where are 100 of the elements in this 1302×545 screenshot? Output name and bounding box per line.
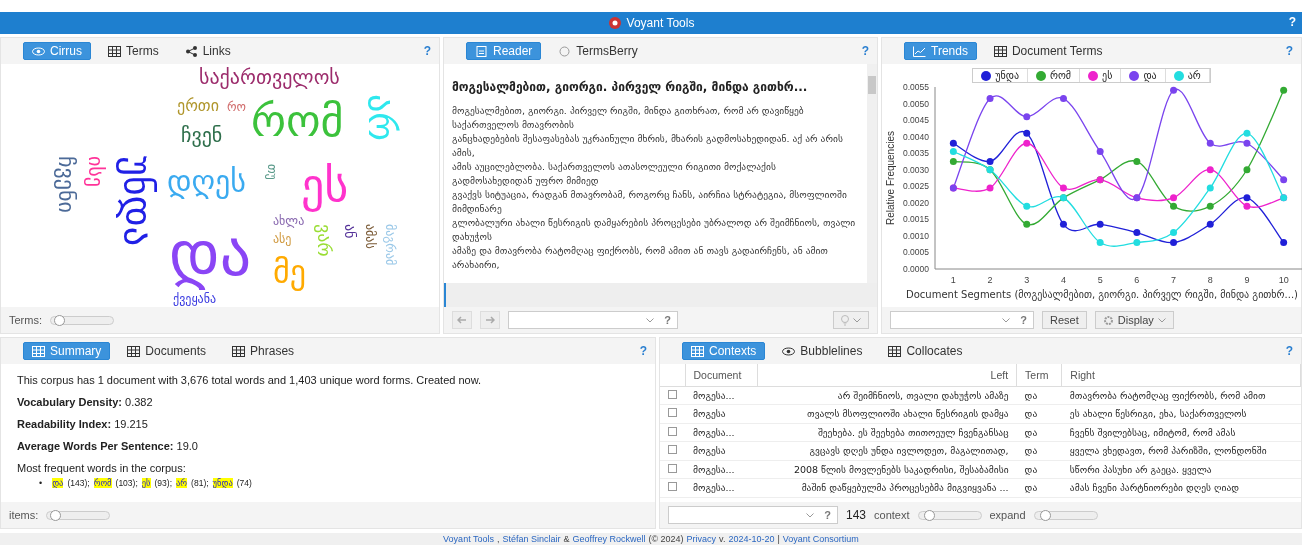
tab[interactable]: Cirrus	[23, 42, 91, 60]
column-header[interactable]: Term	[1016, 364, 1062, 386]
back-button[interactable]	[452, 311, 472, 329]
cloud-word[interactable]: ჩვენი	[51, 156, 80, 213]
x-tick-label: 7	[1171, 275, 1177, 285]
tab[interactable]: Trends	[904, 42, 977, 60]
data-point[interactable]	[1023, 129, 1031, 137]
footer-link[interactable]: Geoffrey Rockwell	[572, 533, 646, 545]
data-point[interactable]	[1096, 220, 1104, 228]
table-cell: მაშინ დაწყებულმა პროცესებმა მიგვიყვანა ...	[757, 478, 1017, 497]
table-cell: მოგესა...	[685, 460, 758, 479]
cloud-word[interactable]: ახლა	[273, 214, 305, 230]
help-icon[interactable]: ?	[664, 314, 671, 326]
tab[interactable]: Contexts	[682, 342, 766, 360]
help-icon[interactable]: ?	[639, 344, 647, 358]
forward-button[interactable]	[480, 311, 500, 329]
cloud-word[interactable]: ჩვენ	[181, 122, 223, 148]
legend-label[interactable]: ეს	[1102, 70, 1113, 81]
search-field[interactable]: ?	[508, 311, 678, 329]
tab[interactable]: Terms	[99, 42, 168, 60]
cloud-word[interactable]: უნდა	[113, 156, 163, 247]
slider-thumb[interactable]	[923, 509, 935, 521]
cloud-word[interactable]: ან	[341, 224, 360, 239]
cloud-word[interactable]: ისე	[83, 156, 109, 187]
scrollbar[interactable]	[867, 64, 877, 283]
chevron-down-icon[interactable]	[806, 512, 815, 518]
legend-label[interactable]: არ	[1187, 70, 1201, 81]
document-text: ამაზე და მთავრობა რატომღაც ფიქრობს, რომ ამით ან თავს გადაირჩენს, ან ამით არახაირი,	[452, 244, 829, 272]
data-point[interactable]	[1170, 239, 1178, 247]
data-point[interactable]	[1280, 176, 1288, 184]
footer-link[interactable]: Stéfan Sinclair	[502, 533, 561, 545]
legend-label[interactable]: რომ	[1050, 70, 1072, 81]
help-icon[interactable]: ?	[423, 44, 431, 58]
slider-thumb[interactable]	[53, 314, 65, 326]
data-point[interactable]	[1059, 95, 1067, 103]
data-point[interactable]	[1096, 148, 1104, 156]
tab[interactable]: Summary	[23, 342, 111, 360]
chevron-down-icon[interactable]	[646, 317, 655, 323]
cloud-word[interactable]: თუ	[263, 164, 279, 180]
footer-link[interactable]: 2024-10-20	[728, 533, 775, 545]
tab[interactable]: Phrases	[223, 342, 304, 360]
help-icon[interactable]: ?	[1020, 314, 1027, 326]
display-button[interactable]: Display	[1094, 311, 1174, 329]
search-field[interactable]: ?	[668, 506, 838, 524]
cloud-word[interactable]: ქვეყანა	[173, 292, 217, 307]
data-point[interactable]	[949, 139, 957, 147]
tab[interactable]: Document Terms	[984, 42, 1112, 60]
lightbulb-button[interactable]	[833, 311, 869, 329]
data-point[interactable]	[1059, 220, 1067, 228]
cloud-word[interactable]: ამას	[361, 224, 377, 249]
slider-thumb[interactable]	[1039, 509, 1051, 521]
highlighted-word[interactable]: არ	[176, 478, 188, 488]
data-point[interactable]	[1243, 139, 1251, 147]
help-icon[interactable]: ?	[861, 44, 869, 58]
legend-label[interactable]: და	[1143, 70, 1157, 81]
data-point[interactable]	[986, 157, 994, 165]
chevron-down-icon[interactable]	[853, 317, 861, 323]
cloud-word[interactable]: ერთი	[177, 96, 219, 117]
stat-label: Average Words Per Sentence:	[17, 440, 174, 452]
highlighted-word[interactable]: ეს	[141, 478, 151, 488]
column-header[interactable]: Document	[685, 364, 758, 386]
search-field[interactable]: ?	[890, 311, 1034, 329]
cloud-word[interactable]: ეს	[301, 156, 349, 216]
tab[interactable]: TermsBerry	[549, 42, 647, 60]
column-header[interactable]: Left	[757, 364, 1017, 386]
data-point[interactable]	[1206, 220, 1214, 228]
chevron-down-icon[interactable]	[1157, 317, 1166, 323]
cloud-word[interactable]: საქართველოს	[199, 64, 340, 90]
tab[interactable]: Documents	[118, 342, 216, 360]
data-point[interactable]	[986, 95, 994, 103]
help-icon[interactable]: ?	[1285, 344, 1293, 358]
data-point[interactable]	[1280, 239, 1288, 247]
help-icon[interactable]: ?	[1285, 44, 1293, 58]
footer-link[interactable]: Voyant Consortium	[782, 533, 859, 545]
tab[interactable]: Collocates	[879, 342, 972, 360]
help-icon[interactable]: ?	[824, 509, 831, 521]
chevron-down-icon[interactable]	[1002, 317, 1011, 323]
highlighted-word[interactable]: და	[52, 478, 64, 488]
y-tick-label: 0.0050	[903, 98, 929, 109]
highlighted-word[interactable]: რომ	[93, 478, 112, 488]
reset-button[interactable]: Reset	[1042, 311, 1087, 329]
tab[interactable]: Links	[175, 42, 240, 60]
data-point[interactable]	[1243, 194, 1251, 202]
footer-link[interactable]: Voyant Tools	[443, 533, 494, 545]
legend-label[interactable]: უნდა	[995, 70, 1019, 81]
slider-thumb[interactable]	[50, 509, 61, 521]
help-icon[interactable]: ?	[1288, 15, 1296, 29]
eye-icon	[32, 45, 45, 57]
cloud-word[interactable]: და	[169, 214, 252, 295]
data-point[interactable]	[1023, 113, 1031, 121]
cloud-word[interactable]: რო	[227, 100, 246, 116]
footer-link[interactable]: Privacy	[686, 533, 717, 545]
tab[interactable]: Bubblelines	[773, 342, 872, 360]
data-point[interactable]	[1133, 229, 1141, 237]
tab[interactable]: Reader	[466, 42, 542, 60]
data-point[interactable]	[1206, 139, 1214, 147]
y-tick-label: 0.0040	[903, 131, 929, 142]
data-point[interactable]	[1170, 86, 1178, 94]
column-header[interactable]: Right	[1061, 364, 1301, 386]
slider-label: context	[874, 509, 910, 521]
